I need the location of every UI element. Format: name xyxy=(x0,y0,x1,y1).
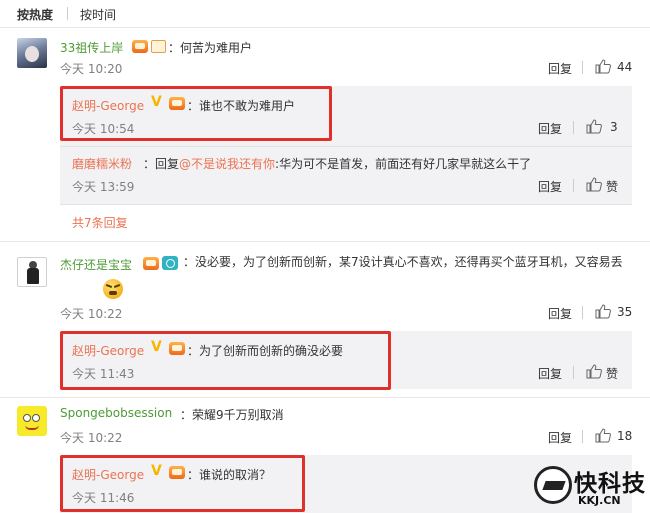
avatar[interactable] xyxy=(17,257,47,287)
action-divider xyxy=(582,430,583,443)
comment-divider xyxy=(0,397,650,398)
action-divider xyxy=(582,61,583,74)
like-count: 3 xyxy=(610,120,618,134)
action-divider xyxy=(582,306,583,319)
reply-button[interactable]: 回复 xyxy=(538,120,562,137)
highlight-box xyxy=(60,455,305,512)
comment-time: 今天 10:22 xyxy=(60,431,123,445)
comment-text: ：何苦为难用户 xyxy=(168,41,253,55)
thumbs-up-icon[interactable] xyxy=(595,304,611,319)
like-label[interactable]: 赞 xyxy=(606,365,618,382)
like-count: 44 xyxy=(617,60,633,74)
comment-username[interactable]: 杰仔还是宝宝 xyxy=(60,256,132,273)
comment-username[interactable]: Spongebobsession xyxy=(60,406,172,420)
highlight-box xyxy=(60,86,332,141)
reply-username[interactable]: 磨磨糯米粉 xyxy=(72,155,132,172)
comment-username[interactable]: 33祖传上岸 xyxy=(60,39,123,56)
like-count: 35 xyxy=(617,305,633,319)
thumbs-up-icon[interactable] xyxy=(586,119,602,134)
thumbs-up-icon[interactable] xyxy=(586,364,602,379)
comment-divider xyxy=(0,241,650,242)
comment-text: ：荣耀9千万别取消 xyxy=(180,408,284,422)
reply-button[interactable]: 回复 xyxy=(548,429,572,446)
action-divider xyxy=(573,121,574,134)
reply-button[interactable]: 回复 xyxy=(538,178,562,195)
avatar[interactable] xyxy=(17,406,47,436)
reply-button[interactable]: 回复 xyxy=(548,60,572,77)
watermark-url: KKJ.CN xyxy=(578,494,621,507)
watermark: 快科技 KKJ.CN xyxy=(534,464,646,510)
reply-divider xyxy=(60,146,632,147)
thumbs-up-icon[interactable] xyxy=(595,428,611,443)
comment-text: ：没必要，为了创新而创新，某7设计真心不喜欢，还得再买个蓝牙耳机，又容易丢 xyxy=(183,255,623,269)
sort-bar: 按热度 按时间 xyxy=(0,0,650,28)
reply-button[interactable]: 回复 xyxy=(548,305,572,322)
thumbs-up-icon[interactable] xyxy=(586,177,602,192)
medal-badge-icon xyxy=(151,40,166,53)
avatar[interactable] xyxy=(17,38,47,68)
sort-by-hot-tab[interactable]: 按热度 xyxy=(17,6,53,23)
like-count: 18 xyxy=(617,429,633,443)
reply-divider xyxy=(60,204,632,205)
reply-text: ：回复@不是说我还有你:华为可不是首发，前面还有好几家早就这么干了 xyxy=(143,157,532,171)
sort-by-time-tab[interactable]: 按时间 xyxy=(80,6,116,23)
angry-emoji-icon xyxy=(103,279,123,299)
thumbs-up-icon[interactable] xyxy=(595,59,611,74)
mention-link[interactable]: @不是说我还有你 xyxy=(179,157,275,171)
comment-time: 今天 10:22 xyxy=(60,307,123,321)
camera-badge-icon xyxy=(162,256,178,270)
action-divider xyxy=(573,179,574,192)
view-more-replies-link[interactable]: 共7条回复 xyxy=(72,214,128,231)
comment-time: 今天 10:20 xyxy=(60,62,123,76)
highlight-box xyxy=(60,331,391,390)
reply-time: 今天 13:59 xyxy=(72,180,135,194)
like-label[interactable]: 赞 xyxy=(606,178,618,195)
reply-button[interactable]: 回复 xyxy=(538,365,562,382)
watermark-name: 快科技 xyxy=(574,471,646,497)
vip-badge-icon xyxy=(143,257,159,270)
sort-divider xyxy=(67,7,68,20)
action-divider xyxy=(573,366,574,379)
vip-badge-icon xyxy=(132,40,148,53)
kkj-logo-icon xyxy=(534,466,572,504)
